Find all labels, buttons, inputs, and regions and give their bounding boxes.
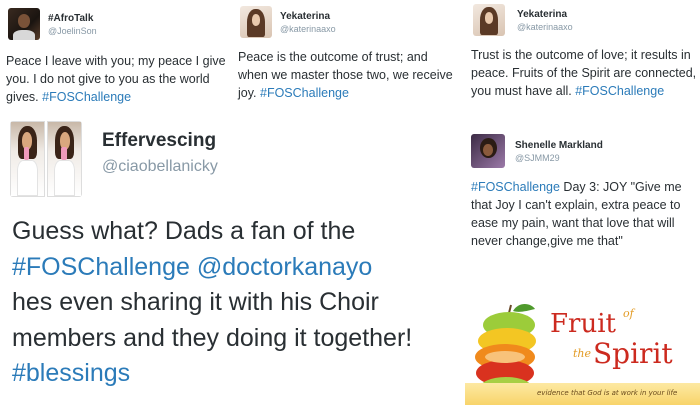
author-name[interactable]: Yekaterina	[517, 9, 573, 20]
hashtag-link[interactable]: #blessings	[12, 359, 130, 387]
fruit-of-the-spirit-logo: Fruit of the Spirit evidence that God is…	[465, 295, 700, 420]
avatar-yekaterina[interactable]	[473, 4, 505, 36]
tweet-text: Peace I leave with you; my peace I give …	[6, 52, 226, 106]
author-handle[interactable]: @SJMM29	[515, 153, 603, 163]
avatar-afrotalk[interactable]	[8, 8, 40, 40]
logo-word-of: of	[623, 307, 634, 320]
tweet-body-2: hes even sharing it with his Choir membe…	[12, 288, 413, 352]
tweet-shenelle: Shenelle Markland @SJMM29 #FOSChallenge …	[465, 130, 700, 295]
author-name[interactable]: Yekaterina	[280, 11, 336, 22]
tweet-text: #FOSChallenge Day 3: JOY "Give me that J…	[471, 178, 697, 251]
author-handle[interactable]: @ciaobellanicky	[102, 158, 218, 176]
hashtag-link[interactable]: #FOSChallenge	[12, 253, 190, 281]
author-name[interactable]: Shenelle Markland	[515, 140, 603, 151]
tweet-body-1: Guess what? Dads a fan of the	[12, 217, 356, 245]
author-handle[interactable]: @JoelinSon	[48, 26, 97, 36]
tweet-afrotalk: #AfroTalk @JoelinSon Peace I leave with …	[0, 0, 228, 118]
logo-word-the: the	[573, 347, 592, 360]
hashtag-link[interactable]: #FOSChallenge	[260, 86, 349, 100]
tweet-yekaterina-2: Yekaterina @katerinaaxo Trust is the out…	[465, 0, 700, 130]
author-name[interactable]: #AfroTalk	[48, 13, 97, 24]
tweet-effervescing: Effervescing @ciaobellanicky Guess what?…	[0, 118, 460, 420]
hashtag-link[interactable]: #FOSChallenge	[42, 90, 131, 104]
avatar-shenelle[interactable]	[471, 134, 505, 168]
tweet-text: Trust is the outcome of love; it results…	[471, 46, 697, 100]
avatar-yekaterina[interactable]	[240, 6, 272, 38]
author-handle[interactable]: @katerinaaxo	[280, 24, 336, 34]
tweet-text: Peace is the outcome of trust; and when …	[238, 48, 460, 102]
logo-title-spirit: Spirit	[593, 337, 673, 370]
tweet-text: Guess what? Dads a fan of the #FOSChalle…	[12, 214, 452, 392]
logo-title-fruit: Fruit	[550, 309, 616, 339]
mention-link[interactable]: @doctorkanayo	[197, 253, 372, 281]
avatar-effervescing[interactable]	[10, 121, 82, 197]
logo-tagline: evidence that God is at work in your lif…	[537, 389, 678, 397]
author-handle[interactable]: @katerinaaxo	[517, 22, 573, 32]
hashtag-link[interactable]: #FOSChallenge	[575, 84, 664, 98]
hashtag-link[interactable]: #FOSChallenge	[471, 180, 560, 194]
author-name[interactable]: Effervescing	[102, 130, 216, 152]
tweet-yekaterina-1: Yekaterina @katerinaaxo Peace is the out…	[232, 0, 460, 118]
